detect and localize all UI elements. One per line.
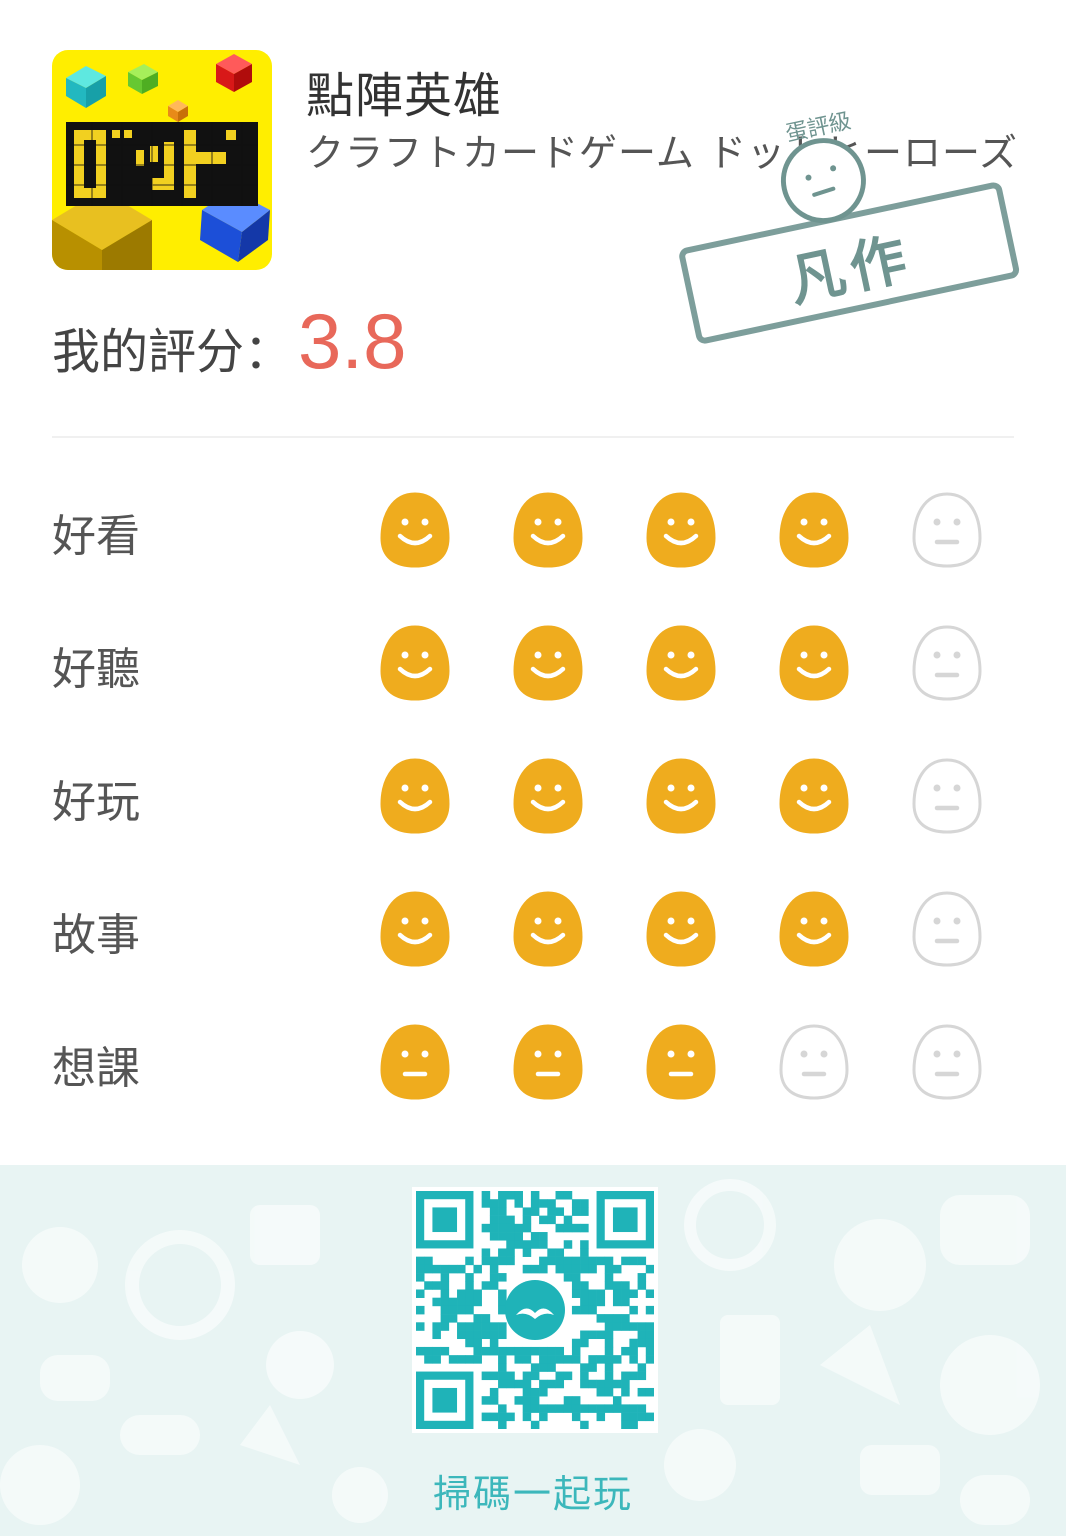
smile-face-icon[interactable] <box>380 492 450 568</box>
rating-faces <box>380 1024 982 1104</box>
smile-face-icon[interactable] <box>646 625 716 701</box>
smile-face-icon[interactable] <box>646 758 716 834</box>
my-score-label: 我的評分： <box>52 324 293 380</box>
smile-face-icon[interactable] <box>779 758 849 834</box>
smile-face-icon[interactable] <box>380 625 450 701</box>
empty-face-icon[interactable] <box>912 758 982 834</box>
qr-code[interactable] <box>412 1187 658 1433</box>
empty-face-icon[interactable] <box>912 891 982 967</box>
my-score-value: 3.8 <box>298 297 407 385</box>
empty-face-icon[interactable] <box>912 625 982 701</box>
divider <box>52 436 1014 438</box>
rating-stamp: 蛋評級 凡作 <box>660 90 1020 350</box>
smile-face-icon[interactable] <box>513 758 583 834</box>
rating-faces <box>380 758 982 838</box>
smile-face-icon[interactable] <box>513 492 583 568</box>
smile-face-icon[interactable] <box>380 758 450 834</box>
rating-row-label: 想課 <box>52 1043 140 1094</box>
smile-face-icon[interactable] <box>779 492 849 568</box>
empty-face-icon[interactable] <box>912 1024 982 1100</box>
smile-face-icon[interactable] <box>779 891 849 967</box>
smile-face-icon[interactable] <box>513 891 583 967</box>
rating-row: 想課 <box>52 1024 1014 1104</box>
smile-face-icon[interactable] <box>646 891 716 967</box>
smile-face-icon[interactable] <box>513 625 583 701</box>
rating-row: 好聽 <box>52 625 1014 705</box>
rating-row-label: 故事 <box>52 910 140 961</box>
empty-face-icon[interactable] <box>779 1024 849 1100</box>
app-title: 點陣英雄 <box>306 68 503 124</box>
rating-row-label: 好看 <box>52 511 140 562</box>
rating-row-label: 好聽 <box>52 644 140 695</box>
rating-row: 故事 <box>52 891 1014 971</box>
rating-faces <box>380 625 982 705</box>
scan-to-play-text: 掃碼一起玩 <box>432 1472 633 1516</box>
rating-row-label: 好玩 <box>52 777 140 828</box>
neutral-face-icon[interactable] <box>646 1024 716 1100</box>
smile-face-icon[interactable] <box>646 492 716 568</box>
my-score: 我的評分： 3.8 <box>52 296 406 385</box>
rating-row: 好玩 <box>52 758 1014 838</box>
neutral-face-icon[interactable] <box>380 1024 450 1100</box>
rating-faces <box>380 891 982 971</box>
rating-card: 點陣英雄 クラフトカードゲーム ドットヒーローズ 我的評分： 3.8 蛋評級 凡… <box>0 0 1066 1165</box>
rating-row: 好看 <box>52 492 1014 572</box>
smile-face-icon[interactable] <box>380 891 450 967</box>
smile-face-icon[interactable] <box>779 625 849 701</box>
neutral-face-icon[interactable] <box>513 1024 583 1100</box>
empty-face-icon[interactable] <box>912 492 982 568</box>
footer: 掃碼一起玩 <box>0 1165 1066 1536</box>
rating-faces <box>380 492 982 572</box>
app-icon <box>52 50 272 270</box>
